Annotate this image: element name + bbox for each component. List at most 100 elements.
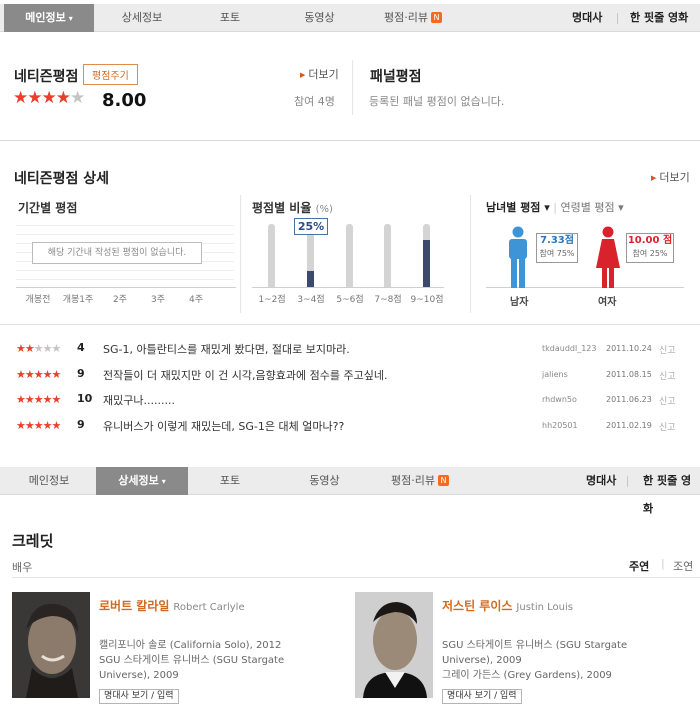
divider: |: [661, 557, 665, 570]
sort-supporting-button[interactable]: 조연: [673, 558, 693, 574]
axis-line: [252, 287, 444, 288]
star-icon: ★: [16, 419, 26, 432]
ratio-bar-fill: [423, 240, 430, 287]
female-score: 10.00 점: [627, 235, 673, 246]
actor-name-en: Justin Louis: [516, 602, 573, 613]
tab-gender-rating[interactable]: 남녀별 평점 ▾: [486, 201, 550, 214]
actor-photo[interactable]: [355, 592, 433, 698]
filmo-line: 캘리포니아 솔로 (California Solo), 2012: [99, 640, 282, 651]
sort-lead-button[interactable]: 주연: [629, 558, 649, 574]
tab-photo[interactable]: 포토: [190, 4, 270, 32]
divider: [240, 195, 241, 313]
review-score: 10: [77, 392, 93, 405]
tab-label: 평점·리뷰: [384, 11, 428, 24]
female-label: 여자: [598, 297, 617, 308]
actor-name-link[interactable]: 로버트 칼라일: [99, 599, 169, 613]
star-icon: ★: [51, 342, 62, 355]
report-link[interactable]: 신고: [659, 394, 676, 407]
review-stars: ★★★★★: [16, 419, 62, 432]
tab-age-rating[interactable]: 연령별 평점 ▾: [561, 201, 624, 214]
ratio-bar-fill: [307, 271, 314, 287]
star-icon: ★: [16, 368, 26, 381]
ratio-axis-label: 5~6점: [336, 295, 364, 305]
tab-label: 포토: [219, 474, 241, 487]
actor-name-en: Robert Carlyle: [173, 602, 245, 613]
new-badge-icon: N: [437, 475, 449, 486]
detail-more-link[interactable]: ▶ 더보기: [651, 169, 690, 185]
star-icon: ★: [51, 419, 62, 432]
tab-label: 평점·리뷰: [391, 474, 435, 487]
gender-age-tabs: 남녀별 평점 ▾ | 연령별 평점 ▾: [486, 199, 624, 215]
star-icon: ★: [33, 368, 44, 381]
tab-quotes[interactable]: 명대사: [572, 4, 602, 32]
ratio-axis-label: 7~8점: [374, 295, 402, 305]
tab-label: 메인정보: [25, 11, 66, 24]
star-icon: ★: [51, 368, 62, 381]
actor-name-link[interactable]: 저스틴 루이스: [442, 599, 512, 613]
star-icon: ★: [42, 419, 53, 432]
tab-video[interactable]: 동영상: [272, 467, 377, 495]
tab-main-info[interactable]: 메인정보: [4, 467, 94, 495]
tab-video[interactable]: 동영상: [272, 4, 367, 32]
period-axis-label: 개봉1주: [62, 295, 94, 305]
female-score-box: 10.00 점 참여 25%: [626, 233, 674, 263]
divider: [617, 13, 618, 24]
tab-related-movies[interactable]: 한 핏줄 영화: [643, 467, 700, 515]
tab-main-info[interactable]: 메인정보 ▾: [4, 4, 94, 32]
star-icon: ★: [33, 393, 44, 406]
tab-related-movies[interactable]: 한 핏줄 영화: [630, 4, 688, 32]
actor-filmography: SGU 스타게이트 유니버스 (SGU Stargate Universe), …: [442, 638, 627, 683]
tab-detail-info[interactable]: 상세정보 ▾: [96, 467, 188, 495]
review-score: 4: [77, 341, 85, 354]
divider: [627, 476, 628, 487]
tab-quotes[interactable]: 명대사: [586, 467, 616, 495]
triangle-right-icon: ▶: [300, 71, 306, 79]
panel-empty-text: 등록된 패널 평점이 없습니다.: [369, 95, 505, 108]
top-tab-bar: 메인정보 ▾ 상세정보 포토 동영상 평점·리뷰 N 명대사 한 핏줄 영화: [0, 4, 700, 32]
report-link[interactable]: 신고: [659, 343, 676, 356]
tab-photo[interactable]: 포토: [190, 467, 270, 495]
period-axis-label: 개봉전: [25, 295, 51, 305]
review-text: 유니버스가 이렇게 재밌는데, SG-1은 대체 얼마나??: [103, 420, 345, 433]
filmo-line: SGU 스타게이트 유니버스 (SGU Stargate: [99, 655, 285, 666]
filmo-line: 그레이 가든스 (Grey Gardens), 2009: [442, 670, 612, 681]
tab-label: 동영상: [304, 11, 335, 24]
tab-label: 남녀별 평점: [486, 201, 541, 214]
bottom-tab-bar: 메인정보 상세정보 ▾ 포토 동영상 평점·리뷰 N 명대사 한 핏줄 영화: [0, 467, 700, 515]
period-rating-title: 기간별 평점: [18, 201, 78, 215]
quotes-input-button[interactable]: 명대사 보기 / 입력: [99, 689, 179, 704]
review-date: 2011.02.19: [606, 421, 652, 430]
review-score: 9: [77, 367, 85, 380]
divider: [352, 60, 353, 115]
review-date: 2011.08.15: [606, 370, 652, 379]
report-link[interactable]: 신고: [659, 369, 676, 382]
ratio-bar: [384, 224, 391, 287]
tab-rating-review[interactable]: 평점·리뷰 N: [375, 467, 465, 495]
period-axis-label: 4주: [188, 295, 203, 305]
actor-filmography: 캘리포니아 솔로 (California Solo), 2012 SGU 스타게…: [99, 638, 284, 683]
tab-rating-review[interactable]: 평점·리뷰 N: [368, 4, 458, 32]
review-user: tkdauddl_123: [542, 344, 597, 353]
credits-title: 크레딧: [12, 532, 54, 550]
tab-label: 포토: [219, 11, 241, 24]
triangle-right-icon: ▶: [651, 174, 657, 182]
report-link[interactable]: 신고: [659, 420, 676, 433]
quotes-input-button[interactable]: 명대사 보기 / 입력: [442, 689, 522, 704]
ratio-title: 평점별 비율 (%): [252, 199, 333, 216]
star-icon: ★: [16, 393, 26, 406]
actor-photo[interactable]: [12, 592, 90, 698]
filmo-line: Universe), 2009: [442, 655, 522, 666]
ratio-axis-label: 3~4점: [297, 295, 325, 305]
review-stars: ★★★★★: [16, 393, 61, 406]
period-axis-label: 2주: [112, 295, 127, 305]
star-icon: ★: [42, 393, 53, 406]
netizen-more-link[interactable]: ▶ 더보기: [300, 66, 339, 82]
star-icon: ★: [42, 368, 53, 381]
ratio-axis-label: 1~2점: [258, 295, 286, 305]
axis-line: [16, 287, 236, 288]
rate-button[interactable]: 평점주기: [83, 64, 138, 85]
tab-detail-info[interactable]: 상세정보: [96, 4, 188, 32]
male-participation: 참여 75%: [539, 249, 575, 258]
new-badge-icon: N: [430, 12, 442, 23]
participant-count: 참여 4명: [294, 95, 335, 108]
